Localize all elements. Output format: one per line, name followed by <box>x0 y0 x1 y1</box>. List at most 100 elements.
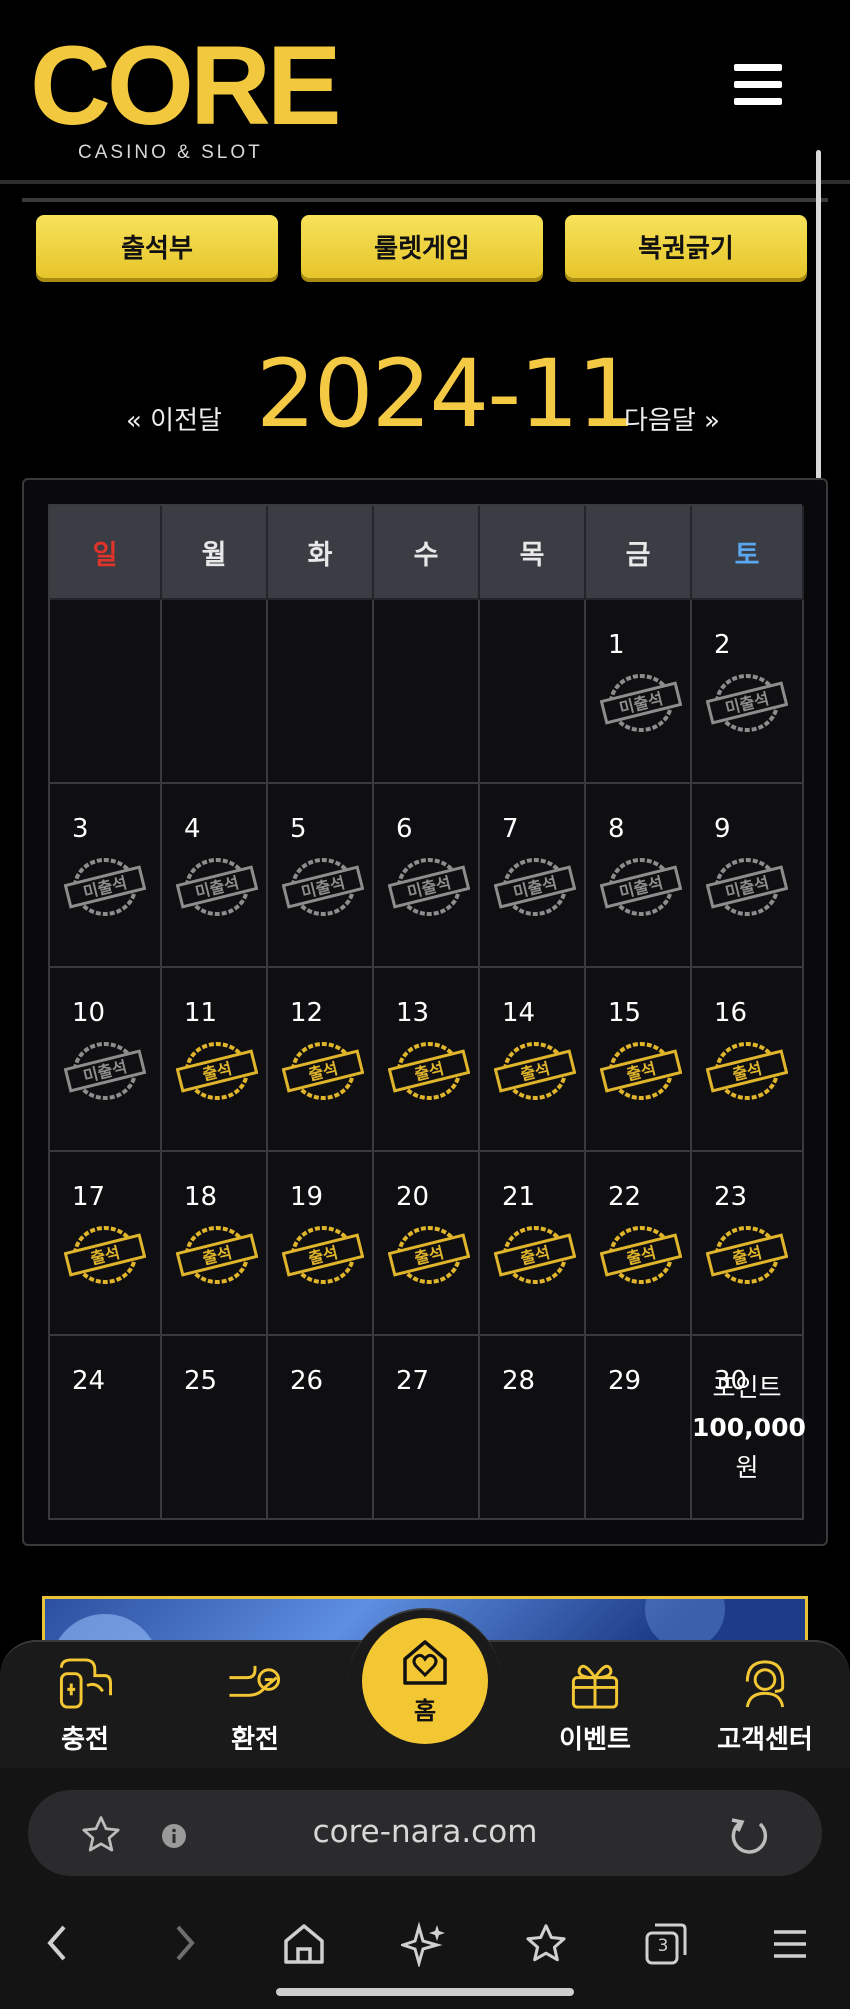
header-divider-inner <box>22 198 828 202</box>
weekday-header: 토 <box>692 506 804 600</box>
day-number: 6 <box>396 814 413 844</box>
weekday-header: 일 <box>50 506 162 600</box>
stamp-missed-icon: 미출석 <box>706 858 788 916</box>
calendar-day: 28 <box>480 1336 586 1520</box>
day-number: 15 <box>608 998 642 1028</box>
stamp-missed-icon: 미출석 <box>176 858 258 916</box>
stamp-attended-icon: 출석 <box>64 1226 146 1284</box>
gift-icon <box>571 1664 619 1709</box>
calendar-day: 13 출석 <box>374 968 480 1152</box>
calendar-day: 5 미출석 <box>268 784 374 968</box>
day-number: 13 <box>396 998 430 1028</box>
menu-icon[interactable] <box>734 64 782 106</box>
stamp-attended-icon: 출석 <box>494 1042 576 1100</box>
header-divider <box>0 180 850 184</box>
calendar-day: 8 미출석 <box>586 784 692 968</box>
stamp-missed-icon: 미출석 <box>600 858 682 916</box>
browser-menu-icon[interactable] <box>764 1918 816 1970</box>
day-number: 11 <box>184 998 218 1028</box>
prev-month-link[interactable]: « 이전달 <box>126 400 222 437</box>
back-icon[interactable] <box>34 1920 80 1966</box>
calendar-day: 14 출석 <box>480 968 586 1152</box>
day-number: 24 <box>72 1366 106 1396</box>
stamp-attended-icon: 출석 <box>282 1042 364 1100</box>
bonus-points-label: 포인트 100,000 원 <box>692 1368 806 1488</box>
day-number: 19 <box>290 1182 324 1212</box>
stamp-attended-icon: 출석 <box>176 1042 258 1100</box>
calendar-day: 6 미출석 <box>374 784 480 968</box>
nav-event-label: 이벤트 <box>559 1725 631 1755</box>
nav-charge[interactable]: 충전 <box>20 1656 150 1756</box>
calendar-day: 3 미출석 <box>50 784 162 968</box>
nav-charge-label: 충전 <box>61 1725 109 1755</box>
browser-home-icon[interactable] <box>278 1918 330 1970</box>
day-number: 16 <box>714 998 748 1028</box>
calendar-day: 25 <box>162 1336 268 1520</box>
day-number: 10 <box>72 998 106 1028</box>
core-logo[interactable]: CORE CASINO & SLOT <box>30 30 342 164</box>
stamp-attended-icon: 출석 <box>388 1226 470 1284</box>
weekday-header: 목 <box>480 506 586 600</box>
logo-wordmark: CORE <box>30 23 342 148</box>
day-number: 9 <box>714 814 731 844</box>
stamp-missed-icon: 미출석 <box>388 858 470 916</box>
reload-icon[interactable] <box>722 1810 774 1862</box>
home-heart-icon <box>403 1639 447 1685</box>
sparkle-icon[interactable] <box>398 1918 450 1970</box>
calendar-day: 4 미출석 <box>162 784 268 968</box>
day-number: 1 <box>608 630 625 660</box>
day-number: 26 <box>290 1366 324 1396</box>
nav-event[interactable]: 이벤트 <box>530 1656 660 1756</box>
nav-exchange[interactable]: 환전 <box>190 1656 320 1756</box>
calendar-empty-day <box>374 600 480 784</box>
calendar-empty-day <box>50 600 162 784</box>
stamp-attended-icon: 출석 <box>600 1226 682 1284</box>
tabs-icon[interactable]: 3 <box>640 1918 692 1970</box>
calendar-empty-day <box>480 600 586 784</box>
calendar-empty-day <box>268 600 374 784</box>
day-number: 25 <box>184 1366 218 1396</box>
stamp-missed-icon: 미출석 <box>64 858 146 916</box>
calendar-day: 24 <box>50 1336 162 1520</box>
calendar-day: 9 미출석 <box>692 784 804 968</box>
tab-attendance[interactable]: 출석부 <box>36 215 278 278</box>
weekday-header: 금 <box>586 506 692 600</box>
day-number: 8 <box>608 814 625 844</box>
nav-home[interactable]: 홈 <box>362 1618 488 1744</box>
next-month-link[interactable]: 다음달 » <box>624 400 720 437</box>
nav-support-label: 고객센터 <box>717 1725 813 1755</box>
calendar-day: 20 출석 <box>374 1152 480 1336</box>
day-number: 28 <box>502 1366 536 1396</box>
calendar-day: 11 출석 <box>162 968 268 1152</box>
stamp-missed-icon: 미출석 <box>64 1042 146 1100</box>
favorites-icon[interactable] <box>520 1918 572 1970</box>
calendar-day: 23 출석 <box>692 1152 804 1336</box>
day-number: 3 <box>72 814 89 844</box>
calendar-day: 10 미출석 <box>50 968 162 1152</box>
calendar-day: 26 <box>268 1336 374 1520</box>
calendar-day: 15 출석 <box>586 968 692 1152</box>
calendar-day: 18 출석 <box>162 1152 268 1336</box>
support-icon <box>745 1660 785 1708</box>
site-header: CORE CASINO & SLOT <box>0 0 850 202</box>
charge-icon <box>59 1658 113 1709</box>
day-number: 18 <box>184 1182 218 1212</box>
calendar-day: 12 출석 <box>268 968 374 1152</box>
forward-icon[interactable] <box>162 1920 208 1966</box>
stamp-attended-icon: 출석 <box>706 1226 788 1284</box>
bonus-unit: 원 <box>735 1453 759 1482</box>
home-indicator <box>276 1988 574 1996</box>
tab-roulette[interactable]: 룰렛게임 <box>301 215 543 278</box>
calendar-day: 21 출석 <box>480 1152 586 1336</box>
stamp-attended-icon: 출석 <box>282 1226 364 1284</box>
calendar-day: 27 <box>374 1336 480 1520</box>
weekday-header: 수 <box>374 506 480 600</box>
day-number: 12 <box>290 998 324 1028</box>
tab-count: 3 <box>657 1936 669 1956</box>
stamp-missed-icon: 미출석 <box>706 674 788 732</box>
nav-support[interactable]: 고객센터 <box>700 1656 830 1756</box>
day-number: 20 <box>396 1182 430 1212</box>
calendar-day: 16 출석 <box>692 968 804 1152</box>
nav-exchange-label: 환전 <box>231 1725 279 1755</box>
tab-lottery[interactable]: 복권긁기 <box>565 215 807 278</box>
